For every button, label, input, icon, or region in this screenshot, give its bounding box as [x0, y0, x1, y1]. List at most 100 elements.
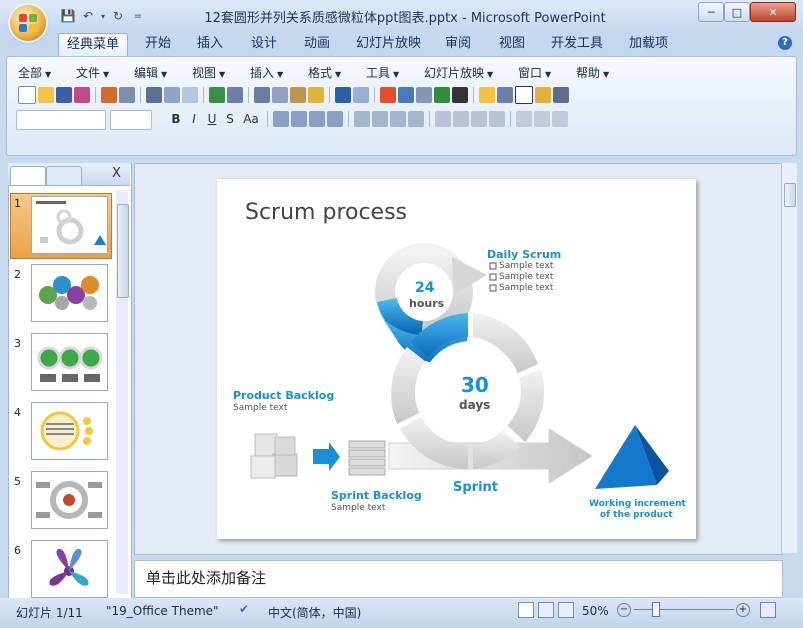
research-icon[interactable] [227, 87, 243, 103]
menu-help[interactable]: 帮助 ▼ [576, 64, 609, 80]
zoom-slider[interactable] [634, 609, 734, 610]
bold-button[interactable]: B [168, 111, 184, 127]
menu-edit[interactable]: 编辑 ▼ [134, 64, 167, 80]
menu-slideshow[interactable]: 幻灯片放映 ▼ [424, 64, 493, 80]
change-case-button[interactable]: Aa [240, 111, 262, 127]
arrange-icon[interactable] [516, 111, 532, 127]
language-indicator[interactable]: 中文(简体，中国) [268, 604, 361, 621]
slide-thumbnail-1[interactable] [31, 196, 108, 254]
menu-view[interactable]: 视图 ▼ [192, 64, 225, 80]
page-setup-icon[interactable] [182, 87, 198, 103]
chart-icon[interactable] [380, 87, 396, 103]
paste-icon[interactable] [290, 87, 306, 103]
help-icon[interactable]: ? [778, 36, 792, 50]
copy-icon[interactable] [272, 87, 288, 103]
shadow-button[interactable]: S [222, 111, 238, 127]
minimize-button[interactable]: ─ [698, 2, 724, 22]
menu-all[interactable]: 全部 ▼ [18, 64, 51, 80]
tab-animation[interactable]: 动画 [296, 33, 338, 55]
notes-placeholder[interactable]: 单击此处添加备注 [146, 567, 266, 588]
quick-styles-icon[interactable] [552, 111, 568, 127]
undo-icon[interactable] [335, 87, 351, 103]
align-left-icon[interactable] [273, 111, 289, 127]
redo-icon[interactable]: ↻ [110, 8, 126, 24]
undo-dropdown-icon[interactable]: ▾ [100, 8, 106, 24]
tab-view[interactable]: 视图 [491, 33, 533, 55]
close-panel-icon[interactable]: X [112, 166, 121, 181]
slide-scrollbar[interactable] [781, 163, 797, 553]
slide-sorter-icon[interactable] [538, 602, 554, 618]
maximize-button[interactable]: □ [724, 2, 750, 22]
zoom-level[interactable]: 50% [582, 604, 609, 618]
font-size-combo[interactable] [110, 110, 152, 130]
zoom-out-icon[interactable]: − [617, 603, 631, 617]
slide-thumbnail-2[interactable] [31, 264, 108, 322]
tab-classic-menu[interactable]: 经典菜单 [58, 33, 129, 56]
textbox-icon[interactable] [515, 86, 533, 104]
fit-to-window-icon[interactable] [760, 602, 776, 618]
spelling-icon[interactable] [209, 87, 225, 103]
color-icon[interactable] [434, 87, 450, 103]
tab-outline[interactable] [46, 166, 82, 185]
increase-indent-icon[interactable] [489, 111, 505, 127]
office-button[interactable] [10, 5, 46, 41]
font-name-combo[interactable] [16, 110, 106, 130]
folder-icon[interactable] [535, 87, 551, 103]
spellcheck-icon[interactable]: ✔ [239, 602, 253, 616]
menu-window[interactable]: 窗口 ▼ [518, 64, 551, 80]
slide-canvas[interactable]: Scrum process Daily Scrum Sample text Sa… [217, 179, 696, 539]
format-painter-icon[interactable] [308, 87, 324, 103]
tab-slideshow[interactable]: 幻灯片放映 [348, 33, 429, 55]
tab-home[interactable]: 开始 [137, 33, 179, 55]
columns-icon[interactable] [372, 111, 388, 127]
decrease-indent-icon[interactable] [471, 111, 487, 127]
table-icon[interactable] [398, 87, 414, 103]
italic-button[interactable]: I [186, 111, 202, 127]
hyperlink-icon[interactable] [416, 87, 432, 103]
find-icon[interactable] [553, 87, 569, 103]
numbering-icon[interactable] [390, 111, 406, 127]
save-icon[interactable] [56, 87, 72, 103]
normal-view-icon[interactable] [518, 602, 534, 618]
new-slide-icon[interactable] [479, 87, 495, 103]
redo-icon[interactable] [353, 87, 369, 103]
qat-customize-icon[interactable]: = [130, 8, 146, 24]
layout-icon[interactable] [497, 87, 513, 103]
slide-thumbnail-4[interactable] [31, 402, 108, 460]
email-icon[interactable] [101, 87, 117, 103]
font-grow-icon[interactable] [435, 111, 451, 127]
undo-icon[interactable]: ↶ [80, 8, 96, 24]
menu-insert[interactable]: 插入 ▼ [250, 64, 283, 80]
print-icon[interactable] [146, 87, 162, 103]
text-direction-icon[interactable] [354, 111, 370, 127]
attach-icon[interactable] [119, 87, 135, 103]
slides-panel-scrollbar[interactable] [116, 190, 129, 594]
shapes-icon[interactable] [534, 111, 550, 127]
font-shrink-icon[interactable] [453, 111, 469, 127]
new-file-icon[interactable] [18, 86, 36, 104]
save-icon[interactable]: 💾 [60, 8, 76, 24]
tab-review[interactable]: 审阅 [437, 33, 479, 55]
line-icon[interactable] [452, 87, 468, 103]
tab-slides[interactable] [10, 166, 46, 185]
align-center-icon[interactable] [291, 111, 307, 127]
close-button[interactable]: ✕ [750, 2, 796, 22]
justify-icon[interactable] [327, 111, 343, 127]
menu-file[interactable]: 文件 ▼ [76, 64, 109, 80]
slide-thumbnail-6[interactable] [31, 540, 108, 598]
print-preview-icon[interactable] [164, 87, 180, 103]
slide-thumbnail-3[interactable] [31, 333, 108, 391]
tab-developer[interactable]: 开发工具 [543, 33, 611, 55]
bullets-icon[interactable] [408, 111, 424, 127]
underline-button[interactable]: U [204, 111, 220, 127]
menu-tools[interactable]: 工具 ▼ [366, 64, 399, 80]
permission-icon[interactable] [74, 87, 90, 103]
cut-icon[interactable] [254, 87, 270, 103]
menu-format[interactable]: 格式 ▼ [308, 64, 341, 80]
align-right-icon[interactable] [309, 111, 325, 127]
slide-thumbnail-5[interactable] [31, 471, 108, 529]
zoom-slider-thumb[interactable] [652, 602, 660, 617]
slideshow-view-icon[interactable] [558, 602, 574, 618]
tab-design[interactable]: 设计 [243, 33, 285, 55]
open-folder-icon[interactable] [38, 87, 54, 103]
